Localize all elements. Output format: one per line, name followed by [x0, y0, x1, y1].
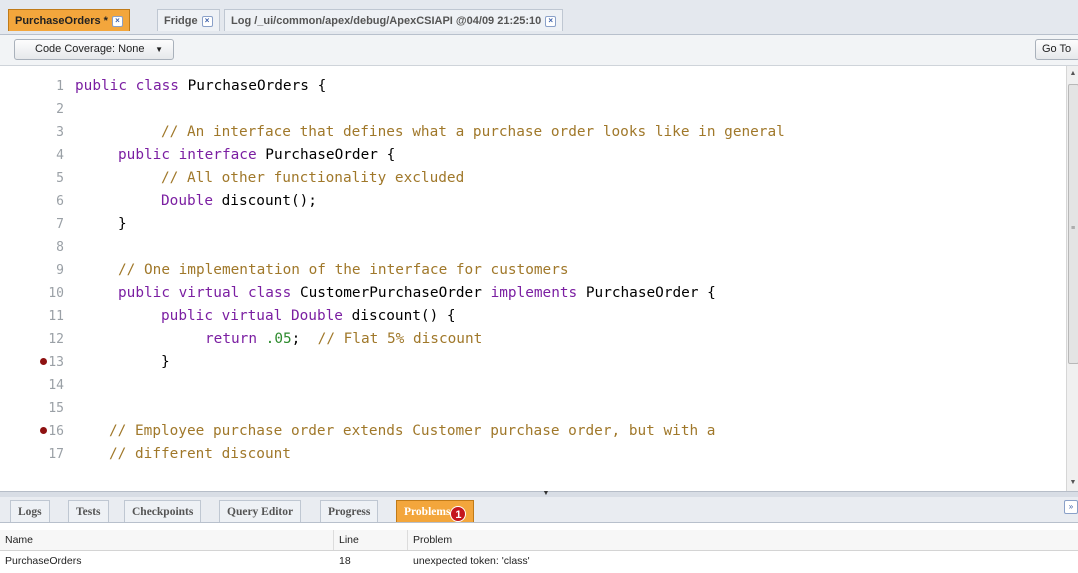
line-number: 2	[56, 102, 64, 117]
problem-message: unexpected token: 'class'	[413, 555, 530, 567]
code-line-11: public virtual Double discount() {	[161, 308, 456, 324]
code-line-9: // One implementation of the interface f…	[118, 262, 569, 278]
breakpoint-icon[interactable]	[40, 358, 48, 365]
code-line-17: // different discount	[109, 446, 291, 462]
tab-checkpoints[interactable]: Checkpoints	[124, 500, 202, 522]
code-editor[interactable]: 1 2 3 4 5 6 7 8 9 10 11 12 13 14 15 16 1…	[0, 66, 1078, 491]
close-icon[interactable]: ×	[201, 16, 213, 27]
tab-problems[interactable]: Problems 1	[396, 500, 475, 522]
code-line-12: return .05; // Flat 5% discount	[205, 331, 483, 347]
go-to-button[interactable]: Go To	[1035, 39, 1078, 60]
line-number: 7	[56, 217, 64, 232]
tab-problems-label: Problems	[404, 506, 451, 518]
editor-toolbar: Code Coverage: None ▼ Go To	[0, 35, 1078, 66]
line-number: 6	[56, 194, 64, 209]
bottom-panel-tabs: Logs Tests Checkpoints Query Editor Prog…	[0, 497, 1078, 523]
code-line-13: }	[161, 354, 170, 370]
collapse-panel-icon[interactable]: »	[1064, 500, 1078, 514]
code-line-5: // All other functionality excluded	[161, 170, 465, 186]
line-number: 9	[56, 263, 64, 278]
line-number: 11	[48, 309, 64, 324]
breakpoint-icon[interactable]	[40, 427, 48, 434]
line-number: 13	[0, 351, 64, 374]
column-header-line[interactable]: Line	[334, 530, 408, 550]
tab-label: Fridge	[164, 15, 198, 27]
scroll-down-icon[interactable]: ▼	[1067, 477, 1078, 489]
line-number: 17	[48, 447, 64, 462]
tab-label: Log /_ui/common/apex/debug/ApexCSIAPI @0…	[231, 15, 542, 27]
code-line-10: public virtual class CustomerPurchaseOrd…	[118, 285, 716, 301]
editor-scrollbar[interactable]: ▲ ≡ ▼	[1066, 66, 1078, 491]
line-number: 10	[48, 286, 64, 301]
line-number: 16	[0, 420, 64, 443]
tab-label: PurchaseOrders *	[15, 15, 108, 27]
chevron-down-icon: ▼	[155, 45, 163, 54]
code-coverage-dropdown[interactable]: Code Coverage: None ▼	[14, 39, 174, 60]
tab-logs[interactable]: Logs	[10, 500, 50, 522]
code-line-16: // Employee purchase order extends Custo…	[109, 423, 716, 439]
tab-purchaseorders[interactable]: PurchaseOrders * ×	[8, 9, 130, 31]
code-line-4: public interface PurchaseOrder {	[118, 147, 396, 163]
problem-line: 18	[339, 555, 351, 567]
line-number: 8	[56, 240, 64, 255]
file-tab-bar: PurchaseOrders * × Fridge × Log /_ui/commo…	[0, 0, 1078, 35]
code-line-1: public class PurchaseOrders {	[75, 78, 327, 94]
tab-fridge[interactable]: Fridge ×	[157, 9, 220, 31]
code-coverage-label: Code Coverage: None	[35, 43, 145, 55]
column-header-problem[interactable]: Problem	[408, 530, 1078, 550]
tab-query-editor[interactable]: Query Editor	[219, 500, 302, 522]
table-row[interactable]: PurchaseOrders 18 unexpected token: 'cla…	[0, 551, 1078, 573]
tab-debug-log[interactable]: Log /_ui/common/apex/debug/ApexCSIAPI @0…	[224, 9, 564, 31]
line-number: 12	[48, 332, 64, 347]
line-number: 1	[56, 79, 64, 94]
close-icon[interactable]: ×	[111, 16, 123, 27]
code-line-7: }	[118, 216, 127, 232]
table-header: Name Line Problem	[0, 530, 1078, 551]
scroll-up-icon[interactable]: ▲	[1067, 68, 1078, 80]
line-number: 5	[56, 171, 64, 186]
code-line-3: // An interface that defines what a purc…	[161, 124, 785, 140]
problem-count-badge: 1	[450, 506, 467, 522]
problem-name: PurchaseOrders	[5, 555, 82, 567]
grip-icon: ≡	[1071, 225, 1076, 232]
tab-progress[interactable]: Progress	[320, 500, 379, 522]
scrollbar-thumb[interactable]: ≡	[1068, 84, 1078, 364]
line-number: 14	[48, 378, 64, 393]
line-number: 15	[48, 401, 64, 416]
column-header-name[interactable]: Name	[0, 530, 334, 550]
line-number-gutter[interactable]: 1 2 3 4 5 6 7 8 9 10 11 12 13 14 15 16 1…	[0, 66, 68, 491]
line-number: 4	[56, 148, 64, 163]
code-text-area[interactable]: public class PurchaseOrders { // An inte…	[75, 66, 1065, 491]
tab-tests[interactable]: Tests	[68, 500, 109, 522]
code-line-6: Double discount();	[161, 193, 317, 209]
close-icon[interactable]: ×	[545, 16, 557, 27]
line-number: 3	[56, 125, 64, 140]
